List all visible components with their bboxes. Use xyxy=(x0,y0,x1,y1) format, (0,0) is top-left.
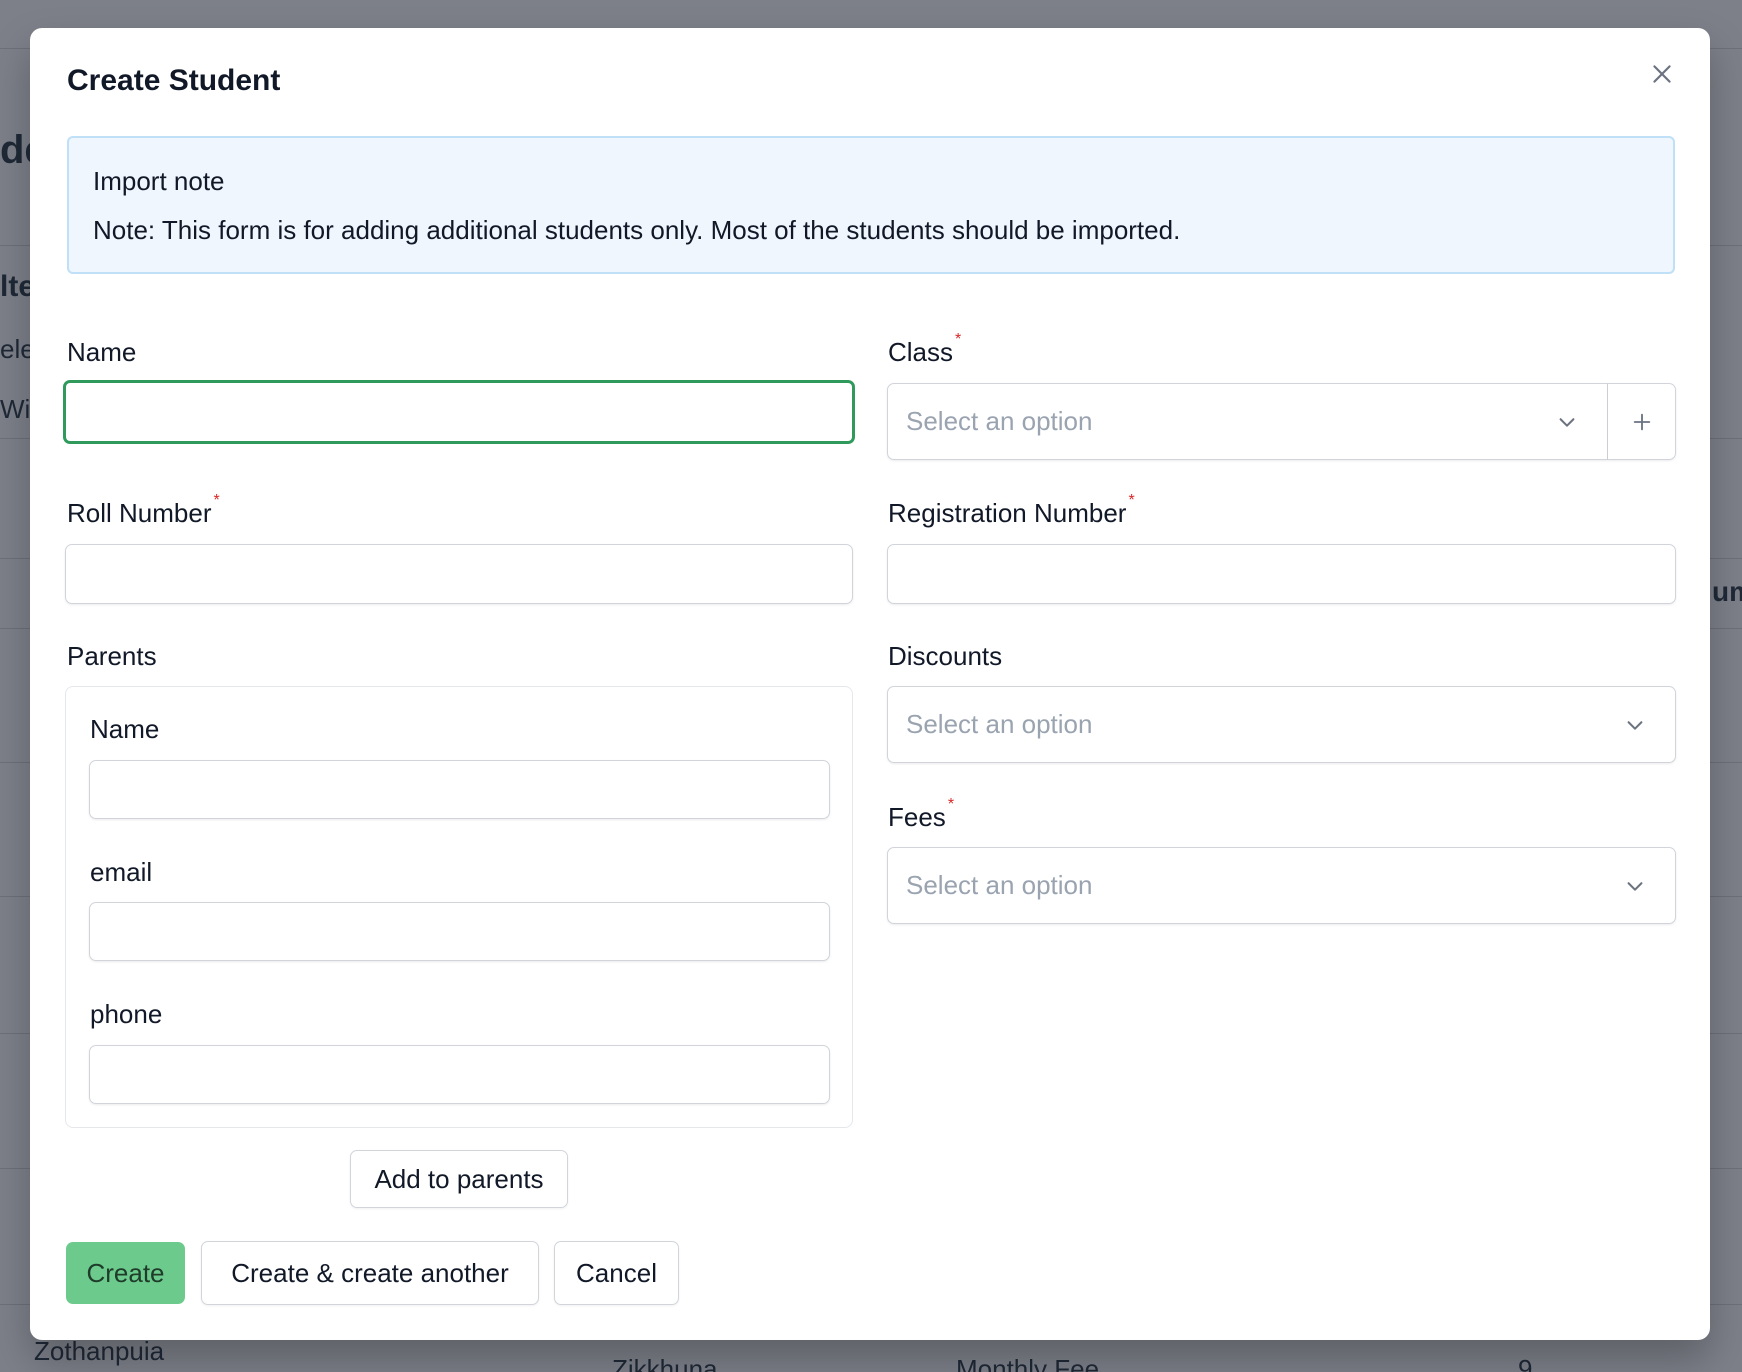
discounts-label: Discounts xyxy=(888,641,1003,671)
discounts-select-placeholder: Select an option xyxy=(906,709,1093,739)
roll-number-label-text: Roll Number xyxy=(67,498,212,528)
name-field[interactable] xyxy=(63,380,855,444)
name-label: Name xyxy=(67,337,136,368)
required-marker: * xyxy=(213,492,220,509)
parent-name-input[interactable] xyxy=(90,761,829,818)
import-note-callout: Import note Note: This form is for addin… xyxy=(67,136,1675,274)
parent-name-label: Name xyxy=(90,714,160,744)
parent-phone-input[interactable] xyxy=(90,1046,829,1103)
bg-table-cell: Monthly Fee xyxy=(956,1354,1100,1372)
chevron-down-icon xyxy=(1619,870,1651,902)
name-label-text: Name xyxy=(67,337,137,367)
create-student-modal: Create Student Import note Note: This fo… xyxy=(30,28,1710,1340)
name-input[interactable] xyxy=(66,383,852,441)
bg-column-fragment: uml xyxy=(1712,576,1742,607)
add-class-button[interactable] xyxy=(1608,383,1676,460)
note-text: Note: This form is for adding additional… xyxy=(93,215,1181,245)
close-button[interactable] xyxy=(1642,54,1682,94)
discounts-select[interactable]: Select an option xyxy=(887,686,1676,763)
class-select-placeholder: Select an option xyxy=(906,406,1093,436)
roll-number-input[interactable] xyxy=(66,545,852,603)
create-another-button[interactable]: Create & create another xyxy=(201,1241,539,1305)
registration-number-field[interactable] xyxy=(887,544,1676,604)
cancel-button[interactable]: Cancel xyxy=(554,1241,679,1305)
bg-table-cell: Zikkhuna xyxy=(612,1354,718,1372)
add-to-parents-button[interactable]: Add to parents xyxy=(350,1150,568,1208)
plus-icon xyxy=(1633,413,1650,430)
close-icon xyxy=(1653,65,1671,83)
parents-label: Parents xyxy=(67,641,157,671)
class-label-text: Class xyxy=(888,337,954,367)
fees-label-text: Fees xyxy=(888,802,946,832)
create-button[interactable]: Create xyxy=(66,1242,185,1304)
roll-number-field[interactable] xyxy=(65,544,853,604)
modal-title: Create Student xyxy=(67,64,281,97)
parent-phone-label: phone xyxy=(90,999,163,1029)
class-select[interactable]: Select an option xyxy=(887,383,1608,460)
parent-email-input[interactable] xyxy=(90,903,829,960)
fees-select[interactable]: Select an option xyxy=(887,847,1676,924)
roll-number-label: Roll Number * xyxy=(67,492,220,529)
chevron-down-icon xyxy=(1551,406,1583,438)
parent-name-field[interactable] xyxy=(89,760,830,819)
note-title: Import note xyxy=(93,166,225,196)
bg-table-cell: Zothanpuia xyxy=(34,1336,165,1366)
required-marker: * xyxy=(1128,492,1135,509)
required-marker: * xyxy=(955,331,962,348)
fees-label: Fees * xyxy=(888,796,954,833)
registration-number-label-text: Registration Number xyxy=(888,498,1127,528)
registration-number-input[interactable] xyxy=(888,545,1675,603)
required-marker: * xyxy=(947,796,955,813)
class-label: Class * xyxy=(888,331,961,368)
chevron-down-icon xyxy=(1619,709,1651,741)
parent-email-field[interactable] xyxy=(89,902,830,961)
parent-phone-field[interactable] xyxy=(89,1045,830,1104)
registration-number-label: Registration Number * xyxy=(888,492,1135,529)
bg-table-cell: 9 xyxy=(1518,1354,1533,1372)
parent-email-label: email xyxy=(90,857,153,887)
fees-select-placeholder: Select an option xyxy=(906,870,1093,900)
